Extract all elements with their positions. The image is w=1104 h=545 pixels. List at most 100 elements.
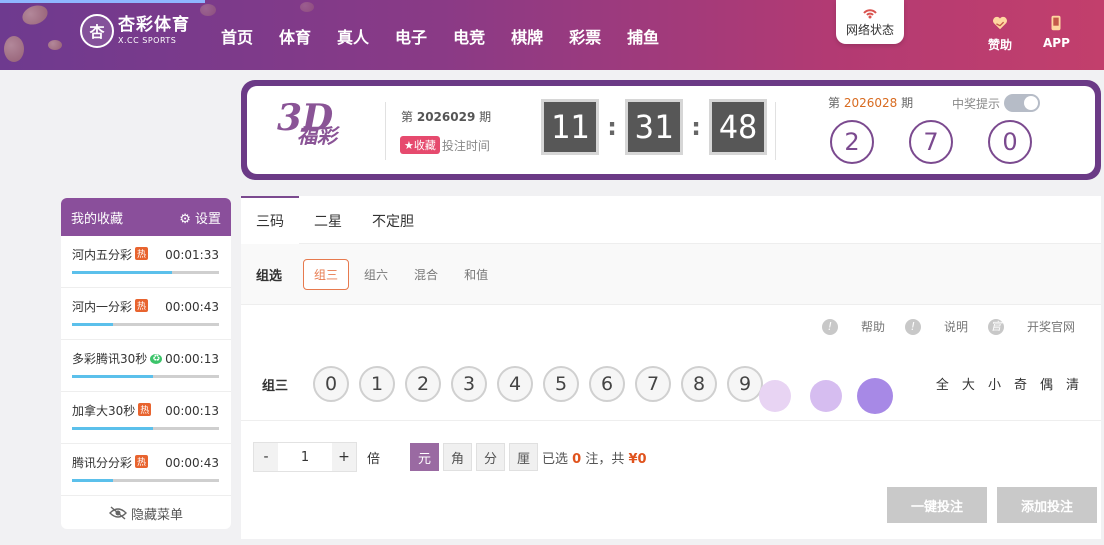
sub-play-mixed[interactable]: 混合 bbox=[403, 259, 449, 290]
sub-play-group-six[interactable]: 组六 bbox=[353, 259, 399, 290]
phone-icon bbox=[1051, 15, 1061, 31]
favorite-row: ★收藏 投注时间 bbox=[400, 136, 490, 154]
app-button[interactable]: APP bbox=[1043, 14, 1070, 50]
result-ball: 2 bbox=[830, 120, 874, 164]
number-ball[interactable]: 8 bbox=[681, 366, 718, 402]
sponsor-button[interactable]: 赞助 bbox=[988, 14, 1012, 53]
decorative-dot bbox=[810, 380, 842, 412]
hot-badge: 热 bbox=[135, 247, 149, 260]
sub-play-label: 组选 bbox=[256, 268, 283, 284]
loading-progress-bar bbox=[0, 0, 205, 3]
sub-play-group-three[interactable]: 组三 bbox=[303, 258, 350, 290]
favorite-progress-bar bbox=[72, 479, 219, 482]
favorite-lottery-item[interactable]: 腾讯分分彩热 00:00:43 bbox=[61, 444, 231, 496]
number-ball[interactable]: 0 bbox=[313, 366, 350, 402]
rules-link[interactable]: ! 说明 bbox=[904, 318, 968, 335]
hot-badge: 热 bbox=[135, 299, 149, 312]
hide-menu-button[interactable]: 隐藏菜单 bbox=[61, 496, 231, 529]
win-notify-label: 中奖提示 bbox=[952, 96, 1001, 111]
favorites-sidebar: 我的收藏 ⚙ 设置 河内五分彩热 00:01:33 河内一分彩热 00:00:43 … bbox=[61, 198, 231, 529]
network-status-button[interactable]: 网络状态 bbox=[836, 0, 904, 44]
number-ball[interactable]: 5 bbox=[543, 366, 580, 402]
favorite-progress-bar bbox=[72, 323, 219, 326]
favorites-header: 我的收藏 ⚙ 设置 bbox=[61, 198, 231, 236]
tab-no-fixed[interactable]: 不定胆 bbox=[357, 196, 429, 244]
divider bbox=[775, 102, 776, 160]
decorative-coin bbox=[300, 2, 314, 12]
info-icon: ! bbox=[904, 318, 921, 335]
hot-badge: 热 bbox=[135, 455, 149, 468]
multiplier-input[interactable]: 1 bbox=[278, 443, 332, 471]
quick-small[interactable]: 小 bbox=[988, 374, 1001, 393]
nav-item-lottery[interactable]: 彩票 bbox=[569, 24, 601, 48]
network-status-label: 网络状态 bbox=[845, 23, 894, 37]
quick-bet-button[interactable]: 一键投注 bbox=[887, 487, 987, 523]
tab-two-star[interactable]: 二星 bbox=[299, 196, 357, 244]
bet-amount: ¥0 bbox=[628, 451, 647, 467]
favorite-countdown: 00:00:13 bbox=[165, 403, 219, 418]
brand-logo[interactable]: 杏 杏彩体育 X.CC SPORTS bbox=[80, 14, 190, 48]
favorite-lottery-item[interactable]: 多彩腾讯30秒 ♻ 00:00:13 bbox=[61, 340, 231, 392]
multiplier-stepper: - 1 + bbox=[253, 442, 357, 472]
win-notify-toggle[interactable] bbox=[1004, 94, 1041, 112]
sub-play-sum[interactable]: 和值 bbox=[453, 259, 499, 290]
unit-li[interactable]: 厘 bbox=[509, 443, 539, 471]
nav-item-cards[interactable]: 棋牌 bbox=[511, 24, 543, 48]
add-bet-button[interactable]: 添加投注 bbox=[997, 487, 1097, 523]
number-ball[interactable]: 1 bbox=[359, 366, 396, 402]
previous-issue-number: 2026028 bbox=[843, 96, 898, 110]
unit-fen[interactable]: 分 bbox=[476, 443, 506, 471]
heart-hand-icon bbox=[992, 16, 1008, 30]
number-ball[interactable]: 7 bbox=[635, 366, 672, 402]
favorite-progress-bar bbox=[72, 271, 219, 274]
star-icon: ★ bbox=[404, 139, 414, 152]
result-ball: 0 bbox=[988, 120, 1032, 164]
favorite-button[interactable]: ★收藏 bbox=[400, 136, 440, 154]
official-site-link[interactable]: 官开奖官网 bbox=[987, 318, 1075, 335]
decorative-dot bbox=[759, 380, 791, 412]
favorite-lottery-item[interactable]: 河内五分彩热 00:01:33 bbox=[61, 236, 231, 288]
multiplier-increase[interactable]: + bbox=[332, 443, 356, 471]
decorative-dot bbox=[857, 378, 893, 414]
number-ball[interactable]: 9 bbox=[727, 366, 764, 402]
quick-even[interactable]: 偶 bbox=[1040, 374, 1053, 393]
recycle-icon: ♻ bbox=[150, 354, 163, 364]
number-ball[interactable]: 2 bbox=[405, 366, 442, 402]
favorites-settings-button[interactable]: ⚙ 设置 bbox=[179, 208, 221, 227]
top-nav-bar: 杏 杏彩体育 X.CC SPORTS 首页 体育 真人 电子 电竞 棋牌 彩票 … bbox=[0, 0, 1104, 70]
nav-item-sports[interactable]: 体育 bbox=[279, 24, 311, 48]
nav-item-fishing[interactable]: 捕鱼 bbox=[627, 24, 659, 48]
quick-odd[interactable]: 奇 bbox=[1014, 374, 1027, 393]
nav-item-home[interactable]: 首页 bbox=[221, 24, 253, 48]
main-nav: 首页 体育 真人 电子 电竞 棋牌 彩票 捕鱼 bbox=[221, 24, 685, 48]
hot-badge: 热 bbox=[138, 403, 152, 416]
lottery-logo: 3D 福彩 bbox=[277, 100, 337, 146]
nav-item-esports[interactable]: 电竞 bbox=[453, 24, 485, 48]
nav-item-live[interactable]: 真人 bbox=[337, 24, 369, 48]
unit-jiao[interactable]: 角 bbox=[443, 443, 473, 471]
number-ball[interactable]: 6 bbox=[589, 366, 626, 402]
decorative-coin bbox=[48, 40, 62, 50]
decorative-coin bbox=[19, 2, 51, 28]
quick-clear[interactable]: 清 bbox=[1066, 374, 1079, 393]
number-ball[interactable]: 3 bbox=[451, 366, 488, 402]
betting-panel: 三码 二星 不定胆 组选 组三 组六 混合 和值 ! 帮助 ! 说明 官开奖官网 组… bbox=[241, 196, 1101, 539]
signal-icon bbox=[863, 9, 877, 19]
quick-all[interactable]: 全 bbox=[936, 374, 949, 393]
decorative-coin bbox=[200, 4, 216, 16]
number-picker: 组三 0 1 2 3 4 5 6 7 8 9 bbox=[262, 366, 773, 402]
favorite-lottery-item[interactable]: 河内一分彩热 00:00:43 bbox=[61, 288, 231, 340]
nav-item-slots[interactable]: 电子 bbox=[395, 24, 427, 48]
number-ball[interactable]: 4 bbox=[497, 366, 534, 402]
countdown-clock: 11 : 31 : 48 bbox=[541, 99, 767, 155]
quick-big[interactable]: 大 bbox=[962, 374, 975, 393]
decorative-coin bbox=[4, 36, 24, 62]
multiplier-decrease[interactable]: - bbox=[254, 443, 278, 471]
favorite-lottery-item[interactable]: 加拿大30秒热 00:00:13 bbox=[61, 392, 231, 444]
unit-yuan[interactable]: 元 bbox=[410, 443, 440, 471]
help-link[interactable]: ! 帮助 bbox=[821, 318, 885, 335]
picker-label: 组三 bbox=[262, 378, 289, 394]
tab-three-digit[interactable]: 三码 bbox=[241, 196, 299, 244]
win-notify: 中奖提示 bbox=[952, 94, 1041, 112]
bet-settings: - 1 + 倍 元 角 分 厘 已选 0 注，共 ¥0 bbox=[253, 442, 647, 472]
